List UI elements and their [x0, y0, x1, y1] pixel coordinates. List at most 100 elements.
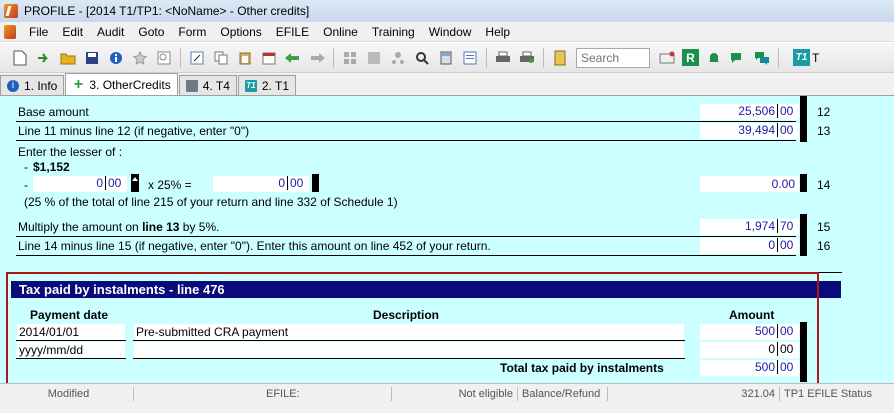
line15-label-a: Multiply the amount on	[18, 220, 143, 234]
lesser-result-field: 0 00	[213, 176, 309, 192]
menu-online[interactable]: Online	[316, 22, 365, 42]
profile-app-icon	[4, 4, 18, 18]
tab-label: 4. T4	[202, 78, 230, 93]
toolbar: R T1 T	[0, 43, 894, 73]
calculator-icon[interactable]	[437, 49, 455, 67]
amount-dollars: 0	[768, 238, 775, 252]
spin-button[interactable]	[131, 174, 139, 192]
new-file-icon[interactable]	[11, 49, 29, 67]
back-arrow-icon[interactable]	[284, 49, 302, 67]
column-marker	[312, 174, 319, 192]
line11-field[interactable]: 39,494 00	[700, 123, 799, 139]
tab-label: 2. T1	[261, 78, 290, 93]
document-icon[interactable]	[4, 24, 16, 39]
mail-icon[interactable]	[658, 49, 676, 67]
edit-icon[interactable]	[188, 49, 206, 67]
calendar-icon[interactable]	[260, 49, 278, 67]
menu-form[interactable]: Form	[171, 22, 213, 42]
amount-cents: 00	[105, 176, 127, 190]
chat-icon[interactable]	[729, 49, 747, 67]
tab-other-credits[interactable]: + 3. OtherCredits	[65, 73, 178, 95]
review-r-button[interactable]: R	[682, 49, 699, 66]
toolbar-separator	[333, 47, 334, 68]
print-icon[interactable]	[494, 49, 512, 67]
open-folder-icon[interactable]	[59, 49, 77, 67]
row-divider	[16, 121, 796, 122]
t-label[interactable]: T	[812, 51, 819, 65]
tree-icon[interactable]	[389, 49, 407, 67]
t4-icon	[185, 79, 198, 92]
line16-label: Line 14 minus line 15 (if negative, ente…	[18, 239, 491, 253]
tab-info[interactable]: i 1. Info	[0, 75, 65, 95]
toolbar-separator	[543, 47, 544, 68]
tiles-icon[interactable]	[365, 49, 383, 67]
menu-bar: File Edit Audit Goto Form Options EFILE …	[0, 22, 894, 42]
amount-dollars: 0	[96, 176, 103, 190]
status-modified: Modified	[4, 387, 134, 401]
menu-options[interactable]: Options	[213, 22, 268, 42]
column-marker	[800, 214, 807, 256]
status-eligibility: Not eligible	[392, 387, 518, 401]
amount-cents: 70	[777, 219, 799, 233]
lesser-input-field[interactable]: 0 00	[33, 176, 127, 192]
print-preview-icon[interactable]	[518, 49, 536, 67]
form-icon[interactable]	[461, 49, 479, 67]
amount-cents: 00	[287, 176, 309, 190]
t1-app-icon[interactable]: T1	[793, 49, 810, 66]
menu-help[interactable]: Help	[478, 22, 517, 42]
tab-t4[interactable]: 4. T4	[178, 75, 237, 95]
menu-file[interactable]: File	[22, 22, 55, 42]
paste-icon[interactable]	[236, 49, 254, 67]
line-number: 15	[817, 220, 831, 234]
line15-label-c: by 5%.	[179, 220, 220, 234]
grid-icon[interactable]	[341, 49, 359, 67]
forward-arrow-icon[interactable]	[308, 49, 326, 67]
line15-label: Multiply the amount on line 13 by 5%.	[18, 220, 219, 234]
row-divider	[16, 140, 796, 141]
copy-icon[interactable]	[212, 49, 230, 67]
menu-edit[interactable]: Edit	[55, 22, 90, 42]
open-arrow-icon[interactable]	[35, 49, 53, 67]
tab-label: 1. Info	[24, 78, 58, 93]
status-efile-status: TP1 EFILE Status	[784, 388, 873, 400]
tab-t1[interactable]: T1 2. T1	[237, 75, 297, 95]
chat-bubbles-icon[interactable]	[753, 49, 771, 67]
save-icon[interactable]	[83, 49, 101, 67]
lesser-item1-prefix: -	[24, 160, 28, 174]
row-divider	[16, 236, 796, 237]
lesser-item1-value: $1,152	[33, 160, 70, 174]
line-number: 13	[817, 124, 831, 138]
tab-bar: i 1. Info + 3. OtherCredits 4. T4 T1 2. …	[0, 73, 894, 96]
row-divider	[16, 255, 796, 256]
menu-training[interactable]: Training	[365, 22, 422, 42]
menu-audit[interactable]: Audit	[90, 22, 131, 42]
info-icon: i	[7, 79, 19, 92]
bell-icon[interactable]	[705, 49, 723, 67]
notes-icon[interactable]	[551, 49, 569, 67]
menu-efile[interactable]: EFILE	[269, 22, 316, 42]
title-bar: PROFILE - [2014 T1/TP1: <NoName> - Other…	[0, 0, 894, 22]
line14-value: 0.00	[771, 177, 795, 191]
search-input[interactable]	[576, 47, 650, 68]
star-icon[interactable]	[131, 49, 149, 67]
menu-window[interactable]: Window	[422, 22, 479, 42]
info-icon[interactable]	[107, 49, 125, 67]
amount-dollars: 1,974	[744, 219, 775, 233]
toolbar-separator	[180, 47, 181, 68]
search-zoom-icon[interactable]	[413, 49, 431, 67]
toolbar-separator	[778, 47, 779, 68]
amount-dollars: 0	[278, 176, 285, 190]
base-amount-field[interactable]: 25,506 00	[700, 104, 799, 120]
toolbar-separator	[486, 47, 487, 68]
menu-goto[interactable]: Goto	[131, 22, 171, 42]
tab-label: 3. OtherCredits	[89, 77, 171, 92]
line15-label-b: line 13	[142, 220, 180, 234]
t1-icon: T1	[244, 79, 257, 92]
status-balance-value: 321.04	[690, 387, 780, 401]
column-marker	[800, 96, 807, 142]
base-amount-label: Base amount	[18, 105, 89, 119]
status-balance-label: Balance/Refund	[518, 387, 608, 401]
highlight-box	[6, 272, 819, 394]
status-bar: Modified EFILE: Not eligible Balance/Ref…	[0, 383, 894, 413]
preview-icon[interactable]	[155, 49, 173, 67]
